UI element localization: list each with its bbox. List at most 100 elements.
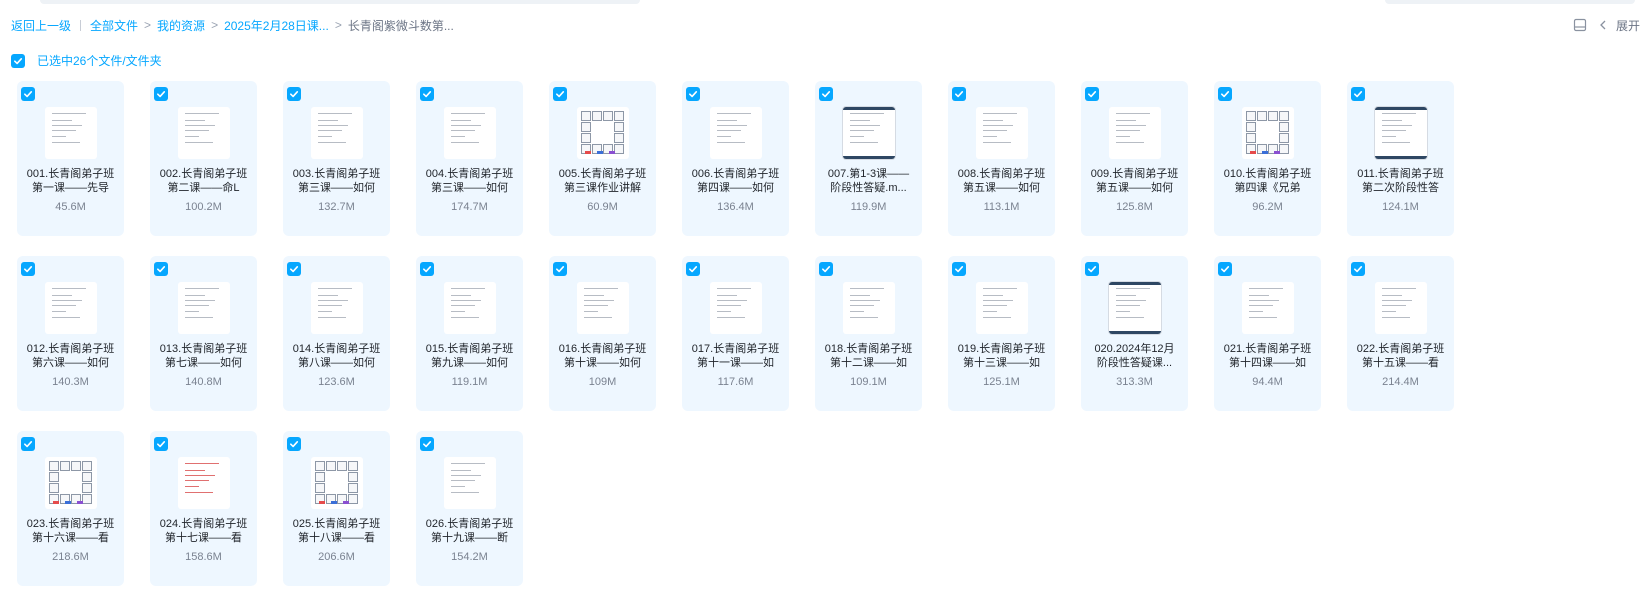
thumbnail-text-line <box>318 317 346 318</box>
file-checkbox[interactable] <box>287 262 301 276</box>
file-checkbox[interactable] <box>686 262 700 276</box>
breadcrumb-my-resources[interactable]: 我的资源 <box>157 17 205 34</box>
thumbnail-chart-cell <box>82 472 92 482</box>
thumbnail-text-line <box>52 113 86 114</box>
file-tile[interactable]: 021.长青阁弟子班 第十四课——如 94.4M <box>1214 256 1321 411</box>
thumbnail-text-line <box>52 120 72 121</box>
file-checkbox[interactable] <box>686 87 700 101</box>
file-checkbox[interactable] <box>819 262 833 276</box>
file-tile[interactable]: 005.长青阁弟子班 第三课作业讲解 60.9M <box>549 81 656 236</box>
file-tile[interactable]: 018.长青阁弟子班 第十二课——如 109.1M <box>815 256 922 411</box>
select-all-checkbox[interactable] <box>11 53 25 68</box>
file-tile[interactable]: 022.长青阁弟子班 第十五课——看 214.4M <box>1347 256 1454 411</box>
file-name-line: 第七课——如何 <box>165 357 242 369</box>
file-checkbox[interactable] <box>553 262 567 276</box>
breadcrumb-date-folder[interactable]: 2025年2月28日课... <box>224 17 329 34</box>
thumbnail-chart-cell <box>82 483 92 493</box>
expand-button[interactable]: 展开 <box>1616 17 1640 34</box>
file-checkbox[interactable] <box>21 262 35 276</box>
file-tile[interactable]: 026.长青阁弟子班 第十九课——断 154.2M <box>416 431 523 586</box>
file-tile[interactable]: 008.长青阁弟子班 第五课——如何 113.1M <box>948 81 1055 236</box>
thumbnail-text-line <box>185 295 205 296</box>
file-size: 124.1M <box>1382 201 1419 213</box>
file-tile[interactable]: 017.长青阁弟子班 第十一课——如 117.6M <box>682 256 789 411</box>
file-thumbnail <box>1242 107 1294 159</box>
file-tile[interactable]: 024.长青阁弟子班 第十七课——看 158.6M <box>150 431 257 586</box>
file-name-line: 第三课——如何 <box>298 182 375 194</box>
panel-icon[interactable] <box>1573 18 1587 32</box>
file-checkbox[interactable] <box>420 437 434 451</box>
file-checkbox[interactable] <box>1085 87 1099 101</box>
file-name-line: 008.长青阁弟子班 <box>957 168 1046 180</box>
thumbnail-text-line <box>983 305 1007 306</box>
breadcrumb-divider <box>80 19 82 31</box>
file-name: 026.长青阁弟子班 第十九课——断 <box>420 517 519 545</box>
file-tile[interactable]: 002.长青阁弟子班 第二课——命L 100.2M <box>150 81 257 236</box>
file-checkbox[interactable] <box>287 87 301 101</box>
file-tile[interactable]: 013.长青阁弟子班 第七课——如何 140.8M <box>150 256 257 411</box>
file-checkbox[interactable] <box>420 262 434 276</box>
file-checkbox[interactable] <box>1218 87 1232 101</box>
file-tile[interactable]: 009.长青阁弟子班 第五课——如何 125.8M <box>1081 81 1188 236</box>
file-checkbox[interactable] <box>21 437 35 451</box>
thumbnail-text-line <box>1116 120 1136 121</box>
file-tile[interactable]: 007.第1-3课—— 阶段性答疑.m... 119.9M <box>815 81 922 236</box>
file-checkbox[interactable] <box>1351 87 1365 101</box>
chevron-left-icon[interactable] <box>1599 20 1607 30</box>
file-size: 154.2M <box>451 551 488 563</box>
checkmark-icon <box>422 440 432 448</box>
file-checkbox[interactable] <box>287 437 301 451</box>
file-tile[interactable]: 025.长青阁弟子班 第十八课——看 206.6M <box>283 431 390 586</box>
file-tile[interactable]: 004.长青阁弟子班 第三课——如何 174.7M <box>416 81 523 236</box>
breadcrumb-all-files[interactable]: 全部文件 <box>90 17 138 34</box>
file-tile[interactable]: 016.长青阁弟子班 第十课——如何 109M <box>549 256 656 411</box>
file-name-line: 011.长青阁弟子班 <box>1357 168 1444 180</box>
file-tile[interactable]: 006.长青阁弟子班 第四课——如何 136.4M <box>682 81 789 236</box>
file-thumbnail <box>178 282 230 334</box>
file-checkbox[interactable] <box>952 87 966 101</box>
thumbnail-text-line <box>318 130 342 131</box>
file-checkbox[interactable] <box>1218 262 1232 276</box>
file-checkbox[interactable] <box>819 87 833 101</box>
file-tile[interactable]: 020.2024年12月 阶段性答疑课... 313.3M <box>1081 256 1188 411</box>
thumbnail-text-line <box>717 288 751 289</box>
file-checkbox[interactable] <box>1351 262 1365 276</box>
file-name-line: 006.长青阁弟子班 <box>691 168 780 180</box>
thumbnail-text-line <box>717 305 741 306</box>
thumbnail-text-line <box>983 300 1013 301</box>
file-checkbox[interactable] <box>420 87 434 101</box>
file-thumbnail <box>311 107 363 159</box>
file-name: 013.长青阁弟子班 第七课——如何 <box>154 342 253 370</box>
file-tile[interactable]: 001.长青阁弟子班 第一课——先导 45.6M <box>17 81 124 236</box>
file-tile[interactable]: 023.长青阁弟子班 第十六课——看 218.6M <box>17 431 124 586</box>
file-checkbox[interactable] <box>154 87 168 101</box>
file-checkbox[interactable] <box>21 87 35 101</box>
thumbnail-text-line <box>1382 113 1416 114</box>
thumbnail-text-line <box>1382 125 1412 126</box>
file-tile[interactable]: 019.长青阁弟子班 第十三课——如 125.1M <box>948 256 1055 411</box>
file-tile[interactable]: 010.长青阁弟子班 第四课《兄弟 96.2M <box>1214 81 1321 236</box>
file-name-line: 第六课——如何 <box>32 357 109 369</box>
back-link[interactable]: 返回上一级 <box>11 17 71 34</box>
file-tile[interactable]: 011.长青阁弟子班 第二次阶段性答 124.1M <box>1347 81 1454 236</box>
file-name: 008.长青阁弟子班 第五课——如何 <box>952 167 1051 195</box>
file-checkbox[interactable] <box>154 437 168 451</box>
file-checkbox[interactable] <box>1085 262 1099 276</box>
thumbnail-text-line <box>451 136 465 137</box>
file-checkbox[interactable] <box>553 87 567 101</box>
file-tile[interactable]: 014.长青阁弟子班 第八课——如何 123.6M <box>283 256 390 411</box>
thumbnail-text-line <box>1249 317 1277 318</box>
file-name: 022.长青阁弟子班 第十五课——看 <box>1351 342 1450 370</box>
checkmark-icon <box>289 440 299 448</box>
file-size: 45.6M <box>55 201 86 213</box>
file-name-line: 004.长青阁弟子班 <box>425 168 514 180</box>
file-checkbox[interactable] <box>154 262 168 276</box>
file-tile[interactable]: 015.长青阁弟子班 第九课——如何 119.1M <box>416 256 523 411</box>
file-size: 125.8M <box>1116 201 1153 213</box>
file-tile[interactable]: 012.长青阁弟子班 第六课——如何 140.3M <box>17 256 124 411</box>
file-tile[interactable]: 003.长青阁弟子班 第三课——如何 132.7M <box>283 81 390 236</box>
file-checkbox[interactable] <box>952 262 966 276</box>
file-size: 60.9M <box>587 201 618 213</box>
thumbnail-text-line <box>1382 142 1410 143</box>
thumbnail-text-line <box>451 305 475 306</box>
